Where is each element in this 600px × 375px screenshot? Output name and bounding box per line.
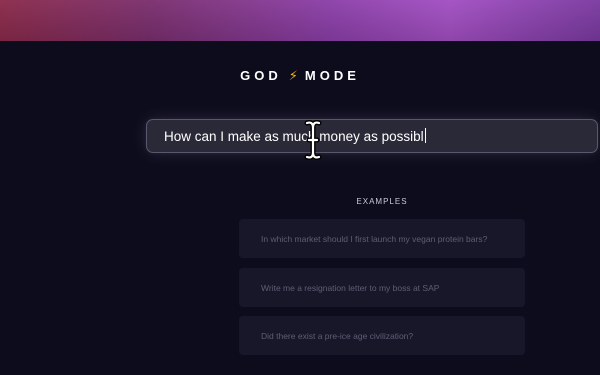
top-gradient-banner bbox=[0, 0, 600, 41]
example-card[interactable]: Write me a resignation letter to my boss… bbox=[239, 268, 525, 307]
app-title: GOD ⚡ MODE bbox=[0, 68, 600, 84]
prompt-input-value: How can I make as much money as possibl bbox=[147, 128, 426, 144]
text-caret bbox=[424, 128, 426, 143]
example-card[interactable]: Did there exist a pre-ice age civilizati… bbox=[239, 316, 525, 355]
example-card-label: In which market should I first launch my… bbox=[261, 233, 488, 244]
examples-heading: EXAMPLES bbox=[356, 197, 408, 206]
lightning-bolt-icon: ⚡ bbox=[288, 68, 298, 83]
prompt-input[interactable]: How can I make as much money as possibl bbox=[146, 119, 598, 153]
example-card-label: Did there exist a pre-ice age civilizati… bbox=[261, 330, 414, 341]
app-title-god: GOD bbox=[240, 68, 282, 83]
ibeam-cursor-icon bbox=[304, 120, 322, 160]
example-card[interactable]: In which market should I first launch my… bbox=[239, 219, 525, 258]
example-card-label: Write me a resignation letter to my boss… bbox=[261, 282, 440, 293]
app-title-mode: MODE bbox=[304, 68, 360, 83]
